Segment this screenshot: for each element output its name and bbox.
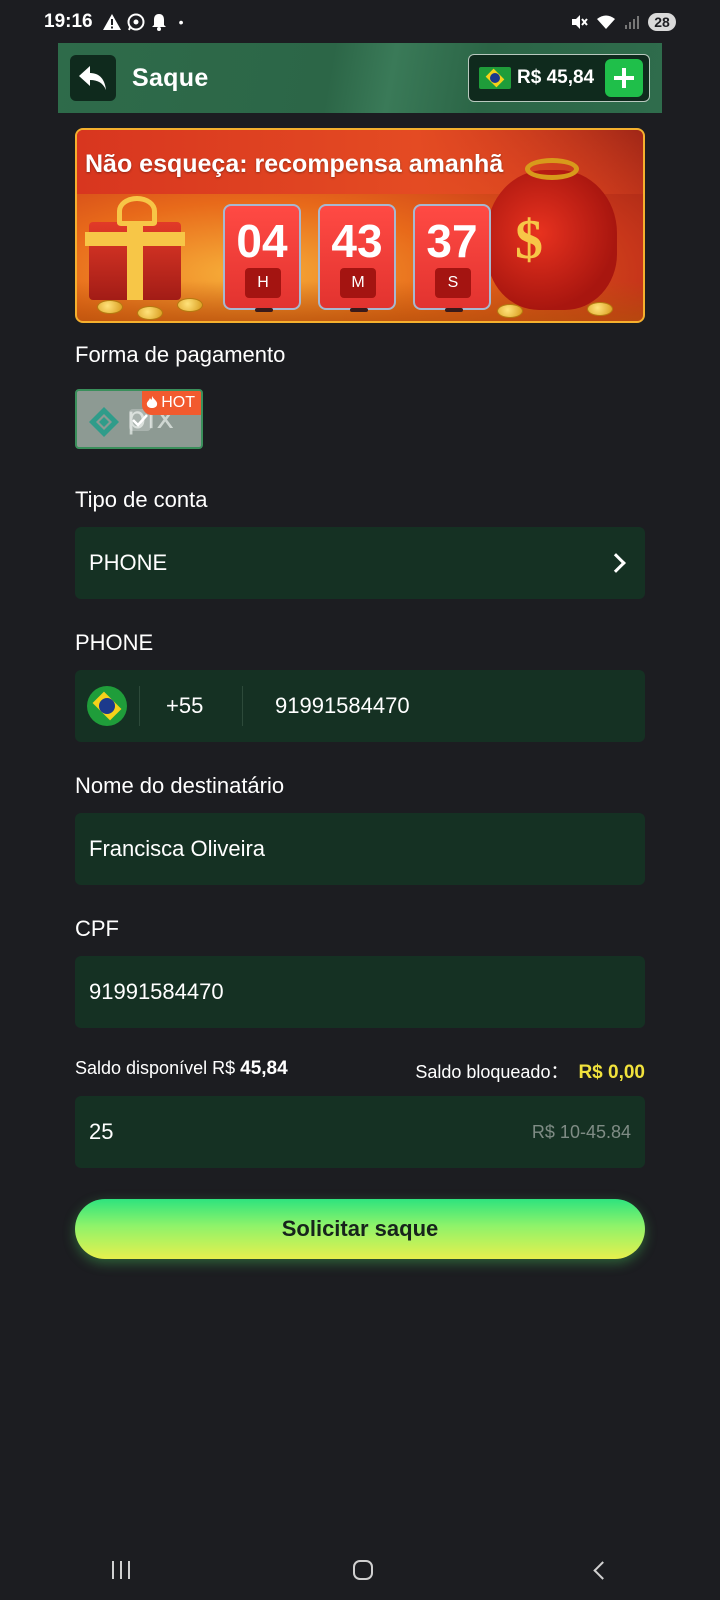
cpf-label: CPF bbox=[75, 916, 119, 941]
flame-icon bbox=[147, 396, 158, 408]
header-balance: R$ 45,84 bbox=[468, 54, 650, 102]
app-header: Saque R$ 45,84 bbox=[58, 43, 662, 113]
warning-icon bbox=[102, 14, 121, 30]
recipient-name-label: Nome do destinatário bbox=[75, 773, 285, 798]
gift-box-illustration bbox=[85, 222, 185, 300]
status-time: 19:16 bbox=[44, 11, 93, 32]
whatsapp-icon bbox=[127, 13, 145, 31]
blocked-balance: Saldo bloqueado： R$ 0,00 bbox=[415, 1058, 645, 1084]
coin-illustration bbox=[97, 300, 123, 314]
cpf-value: 91991584470 bbox=[89, 979, 224, 1004]
payment-method-label: Forma de pagamento bbox=[75, 342, 286, 367]
coin-illustration bbox=[177, 298, 203, 312]
back-nav-icon[interactable] bbox=[592, 1560, 612, 1580]
recipient-name-value: Francisca Oliveira bbox=[89, 836, 266, 861]
timer-hours-unit: H bbox=[245, 268, 281, 298]
coin-illustration bbox=[587, 302, 613, 316]
status-notification-icons: • bbox=[102, 13, 184, 31]
deposit-button[interactable] bbox=[605, 59, 643, 97]
available-balance: Saldo disponível R$ 45,84 bbox=[75, 1058, 288, 1084]
home-icon[interactable] bbox=[352, 1560, 373, 1580]
timer-minutes-value: 43 bbox=[331, 215, 383, 267]
balance-amount: R$ 45,84 bbox=[517, 67, 595, 88]
blocked-balance-label: Saldo bloqueado： bbox=[415, 1062, 569, 1082]
mute-icon bbox=[572, 15, 588, 29]
timer-hours-value: 04 bbox=[236, 215, 288, 267]
balance-info-row: Saldo disponível R$ 45,84 Saldo bloquead… bbox=[75, 1058, 645, 1084]
brazil-flag-icon[interactable] bbox=[87, 686, 127, 726]
withdraw-amount-range: R$ 10-45.84 bbox=[531, 1121, 631, 1142]
blocked-balance-value: R$ 0,00 bbox=[578, 1062, 645, 1083]
banner-title: Não esqueça: recompensa amanhã bbox=[85, 150, 504, 178]
back-arrow-icon bbox=[79, 66, 106, 90]
hot-badge-label: HOT bbox=[161, 394, 195, 411]
withdraw-amount-input[interactable]: 25 R$ 10-45.84 bbox=[75, 1096, 645, 1168]
recents-icon[interactable] bbox=[111, 1561, 130, 1579]
dollar-sign-icon: $ bbox=[515, 209, 543, 271]
system-navigation-bar bbox=[0, 1540, 720, 1600]
account-type-value: PHONE bbox=[89, 550, 168, 575]
phone-input-group: +55 91991584470 bbox=[75, 670, 645, 742]
country-code[interactable]: +55 bbox=[166, 693, 242, 719]
wifi-icon bbox=[597, 15, 615, 29]
phone-number-input[interactable]: 91991584470 bbox=[275, 693, 410, 719]
phone-label: PHONE bbox=[75, 630, 154, 655]
account-type-label: Tipo de conta bbox=[75, 487, 208, 512]
timer-minutes-unit: M bbox=[340, 268, 376, 298]
cpf-input[interactable]: 91991584470 bbox=[75, 956, 645, 1028]
signal-icon bbox=[625, 16, 639, 29]
available-balance-label: Saldo disponível R$ bbox=[75, 1058, 236, 1078]
timer-minutes: 43 M bbox=[318, 204, 396, 312]
back-button[interactable] bbox=[70, 55, 116, 101]
battery-indicator: 28 bbox=[648, 13, 676, 31]
plus-icon bbox=[614, 68, 634, 88]
brazil-flag-icon bbox=[479, 67, 511, 89]
money-bag-illustration: $ bbox=[487, 158, 617, 310]
request-withdrawal-button[interactable]: Solicitar saque bbox=[75, 1199, 645, 1259]
timer-seconds-unit: S bbox=[435, 268, 471, 298]
timer-seconds: 37 S bbox=[413, 204, 491, 312]
timer-hours: 04 H bbox=[223, 204, 301, 312]
gift-bow-illustration bbox=[117, 196, 157, 226]
bell-icon bbox=[151, 14, 166, 31]
hot-badge: HOT bbox=[142, 391, 201, 415]
available-balance-value: 45,84 bbox=[240, 1058, 288, 1079]
status-system-icons: 28 bbox=[570, 13, 676, 31]
page-title: Saque bbox=[132, 63, 209, 92]
chevron-right-icon bbox=[606, 553, 626, 573]
coin-illustration bbox=[137, 306, 163, 320]
recipient-name-input[interactable]: Francisca Oliveira bbox=[75, 813, 645, 885]
status-bar: 19:16 • 28 bbox=[0, 0, 720, 44]
pix-logo-icon bbox=[89, 407, 119, 437]
payment-option-pix[interactable]: pix HOT bbox=[75, 389, 203, 449]
reward-countdown-banner[interactable]: Não esqueça: recompensa amanhã $ 04 H 43… bbox=[75, 128, 645, 323]
status-dot: • bbox=[178, 14, 184, 30]
timer-seconds-value: 37 bbox=[426, 215, 478, 267]
account-type-select[interactable]: PHONE bbox=[75, 527, 645, 599]
withdraw-amount-value: 25 bbox=[89, 1119, 114, 1144]
